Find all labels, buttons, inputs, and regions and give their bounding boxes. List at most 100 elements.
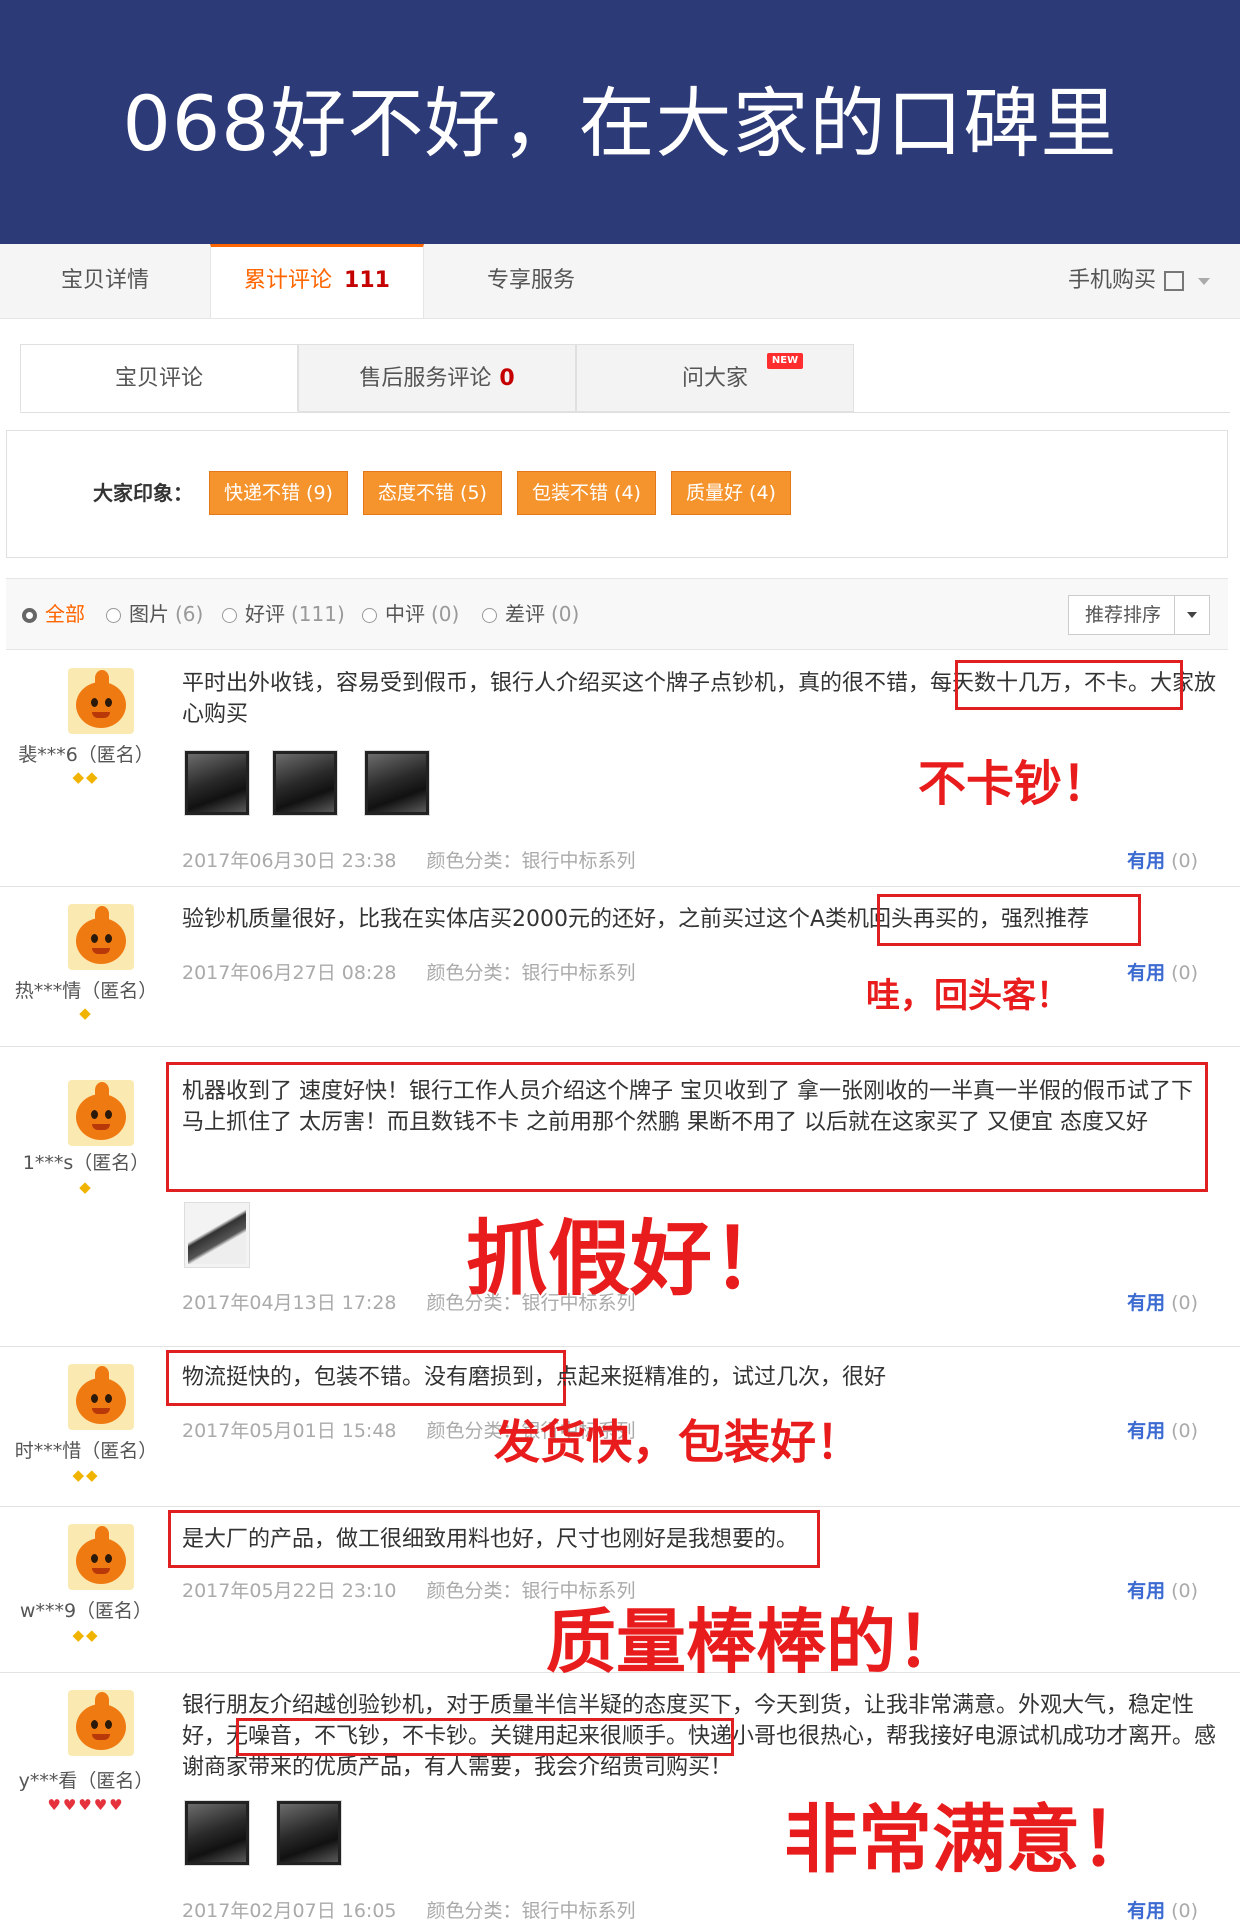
avatar — [68, 1690, 134, 1756]
review-date: 2017年05月22日 23:10 — [182, 1580, 397, 1602]
reviewer-level-icon: ◆◆ — [72, 1466, 100, 1484]
qr-code-icon — [1164, 271, 1184, 291]
tab-label: 专享服务 — [486, 268, 575, 293]
filter-count: (0) — [551, 602, 580, 626]
review-item: 热***情（匿名） ◆ 验钞机质量很好，比我在实体店买2000元的还好，之前买过… — [0, 886, 1240, 1047]
reviewer-name: y***看（匿名） — [18, 1770, 154, 1792]
reviewer-level-icon: ◆◆ — [72, 1626, 100, 1644]
useful-button[interactable]: 有用 (0) — [1127, 1896, 1198, 1923]
subtab-label: 问大家 — [681, 366, 748, 391]
review-meta: 2017年06月27日 08:28 颜色分类：银行中标系列 — [182, 958, 636, 985]
impression-tag[interactable]: 态度不错 (5) — [363, 471, 502, 515]
radio-icon — [482, 608, 497, 623]
filter-label: 中评 — [385, 602, 425, 626]
color-category: 颜色分类：银行中标系列 — [426, 850, 636, 872]
useful-label: 有用 — [1127, 1292, 1166, 1314]
impression-tag[interactable]: 快递不错 (9) — [209, 471, 348, 515]
radio-icon — [22, 608, 37, 623]
tab-reviews[interactable]: 累计评论 111 — [210, 244, 424, 318]
useful-count: (0) — [1171, 1292, 1198, 1314]
new-badge: NEW — [767, 353, 803, 369]
useful-count: (0) — [1171, 1900, 1198, 1922]
banner-title: 068好不好，在大家的口碑里 — [122, 79, 1118, 168]
sort-dropdown[interactable]: 推荐排序 — [1068, 595, 1210, 635]
color-category: 颜色分类：银行中标系列 — [426, 962, 636, 984]
reviewer-name: 时***惜（匿名） — [14, 1440, 158, 1462]
reviewer-level-icon: ◆◆ — [72, 768, 100, 786]
tab-item-details[interactable]: 宝贝详情 — [0, 244, 210, 318]
subtab-aftersale-reviews[interactable]: 售后服务评论 0 — [298, 344, 576, 412]
filter-negative[interactable]: 差评 (0) — [482, 579, 579, 649]
useful-label: 有用 — [1127, 1580, 1166, 1602]
sort-label: 推荐排序 — [1085, 604, 1162, 626]
aftersale-count: 0 — [499, 366, 515, 391]
tab-services[interactable]: 专享服务 — [424, 244, 638, 318]
highlight-box — [236, 1718, 734, 1756]
filter-count: (0) — [431, 602, 460, 626]
reviewer-name: w***9（匿名） — [19, 1600, 153, 1622]
review-filter-bar: 全部 图片 (6) 好评 (111) 中评 (0) 差评 (0) 推荐排序 — [6, 578, 1228, 650]
useful-button[interactable]: 有用 (0) — [1127, 1576, 1198, 1603]
avatar — [68, 904, 134, 970]
tab-label: 累计评论 — [244, 268, 333, 293]
review-item: 裴***6（匿名） ◆◆ 平时出外收钱，容易受到假币，银行人介绍买这个牌子点钞机… — [0, 650, 1240, 887]
reviewer-level-icon: ♥♥♥♥♥ — [47, 1796, 125, 1814]
impression-panel: 大家印象： 快递不错 (9) 态度不错 (5) 包装不错 (4) 质量好 (4) — [6, 430, 1228, 558]
reviewer-level-icon: ◆ — [79, 1004, 93, 1022]
review-text: 物流挺快的，包装不错。没有磨损到，点起来挺精准的，试过几次，很好 — [182, 1365, 887, 1390]
mobile-buy-label: 手机购买 — [1067, 268, 1156, 293]
subtab-label: 宝贝评论 — [114, 366, 203, 391]
mobile-buy-button[interactable]: 手机购买 — [1068, 244, 1210, 318]
subtab-item-reviews[interactable]: 宝贝评论 — [20, 344, 298, 412]
review-photo[interactable] — [184, 1202, 250, 1268]
reviewer-level-icon: ◆ — [79, 1178, 93, 1196]
subtab-label: 售后服务评论 — [359, 366, 492, 391]
review-item: y***看（匿名） ♥♥♥♥♥ 银行朋友介绍越创验钞机，对于质量半信半疑的态度买… — [0, 1672, 1240, 1923]
useful-button[interactable]: 有用 (0) — [1127, 1288, 1198, 1315]
filter-label: 全部 — [45, 602, 85, 626]
useful-label: 有用 — [1127, 1420, 1166, 1442]
avatar — [68, 668, 134, 734]
useful-button[interactable]: 有用 (0) — [1127, 1416, 1198, 1443]
reviewer-name: 裴***6（匿名） — [18, 744, 154, 766]
filter-all[interactable]: 全部 — [22, 579, 85, 649]
filter-neutral[interactable]: 中评 (0) — [362, 579, 459, 649]
useful-label: 有用 — [1127, 1900, 1166, 1922]
annotation-callout: 哇，回头客！ — [866, 976, 1070, 1016]
highlight-box — [955, 660, 1183, 710]
review-meta: 2017年06月30日 23:38 颜色分类：银行中标系列 — [182, 846, 636, 873]
chevron-down-icon — [1198, 277, 1210, 285]
review-text: 机器收到了 速度好快！银行工作人员介绍这个牌子 宝贝收到了 拿一张刚收的一半真一… — [182, 1079, 1193, 1135]
review-photo[interactable] — [184, 750, 250, 816]
review-subtabs: 宝贝评论 售后服务评论 0 问大家 NEW — [20, 344, 1230, 413]
review-photo[interactable] — [364, 750, 430, 816]
review-photo[interactable] — [276, 1800, 342, 1866]
review-item: 1***s（匿名） ◆ 机器收到了 速度好快！银行工作人员介绍这个牌子 宝贝收到… — [0, 1046, 1240, 1347]
review-date: 2017年06月27日 08:28 — [182, 962, 397, 984]
chevron-down-icon — [1174, 596, 1209, 634]
useful-count: (0) — [1171, 850, 1198, 872]
reviewer-name: 1***s（匿名） — [22, 1152, 150, 1174]
review-date: 2017年06月30日 23:38 — [182, 850, 397, 872]
radio-icon — [362, 608, 377, 623]
promo-banner: 068好不好，在大家的口碑里 — [0, 0, 1240, 244]
filter-positive[interactable]: 好评 (111) — [222, 579, 345, 649]
review-photo[interactable] — [184, 1800, 250, 1866]
impression-tag[interactable]: 包装不错 (4) — [517, 471, 656, 515]
avatar — [68, 1080, 134, 1146]
useful-button[interactable]: 有用 (0) — [1127, 958, 1198, 985]
color-category: 颜色分类：银行中标系列 — [426, 1900, 636, 1922]
filter-images[interactable]: 图片 (6) — [106, 579, 203, 649]
subtab-ask-everyone[interactable]: 问大家 NEW — [576, 344, 854, 412]
filter-label: 图片 — [129, 602, 169, 626]
review-text: 是大厂的产品，做工很细致用料也好，尺寸也刚好是我想要的。 — [182, 1527, 799, 1552]
useful-button[interactable]: 有用 (0) — [1127, 846, 1198, 873]
review-item: w***9（匿名） ◆◆ 是大厂的产品，做工很细致用料也好，尺寸也刚好是我想要的… — [0, 1506, 1240, 1683]
review-photo[interactable] — [272, 750, 338, 816]
color-category: 颜色分类：银行中标系列 — [426, 1292, 636, 1314]
impression-tag[interactable]: 质量好 (4) — [671, 471, 791, 515]
annotation-callout: 非常满意！ — [784, 1797, 1154, 1883]
filter-count: (111) — [291, 602, 345, 626]
useful-label: 有用 — [1127, 850, 1166, 872]
annotation-callout: 发货快，包装好！ — [494, 1415, 862, 1469]
